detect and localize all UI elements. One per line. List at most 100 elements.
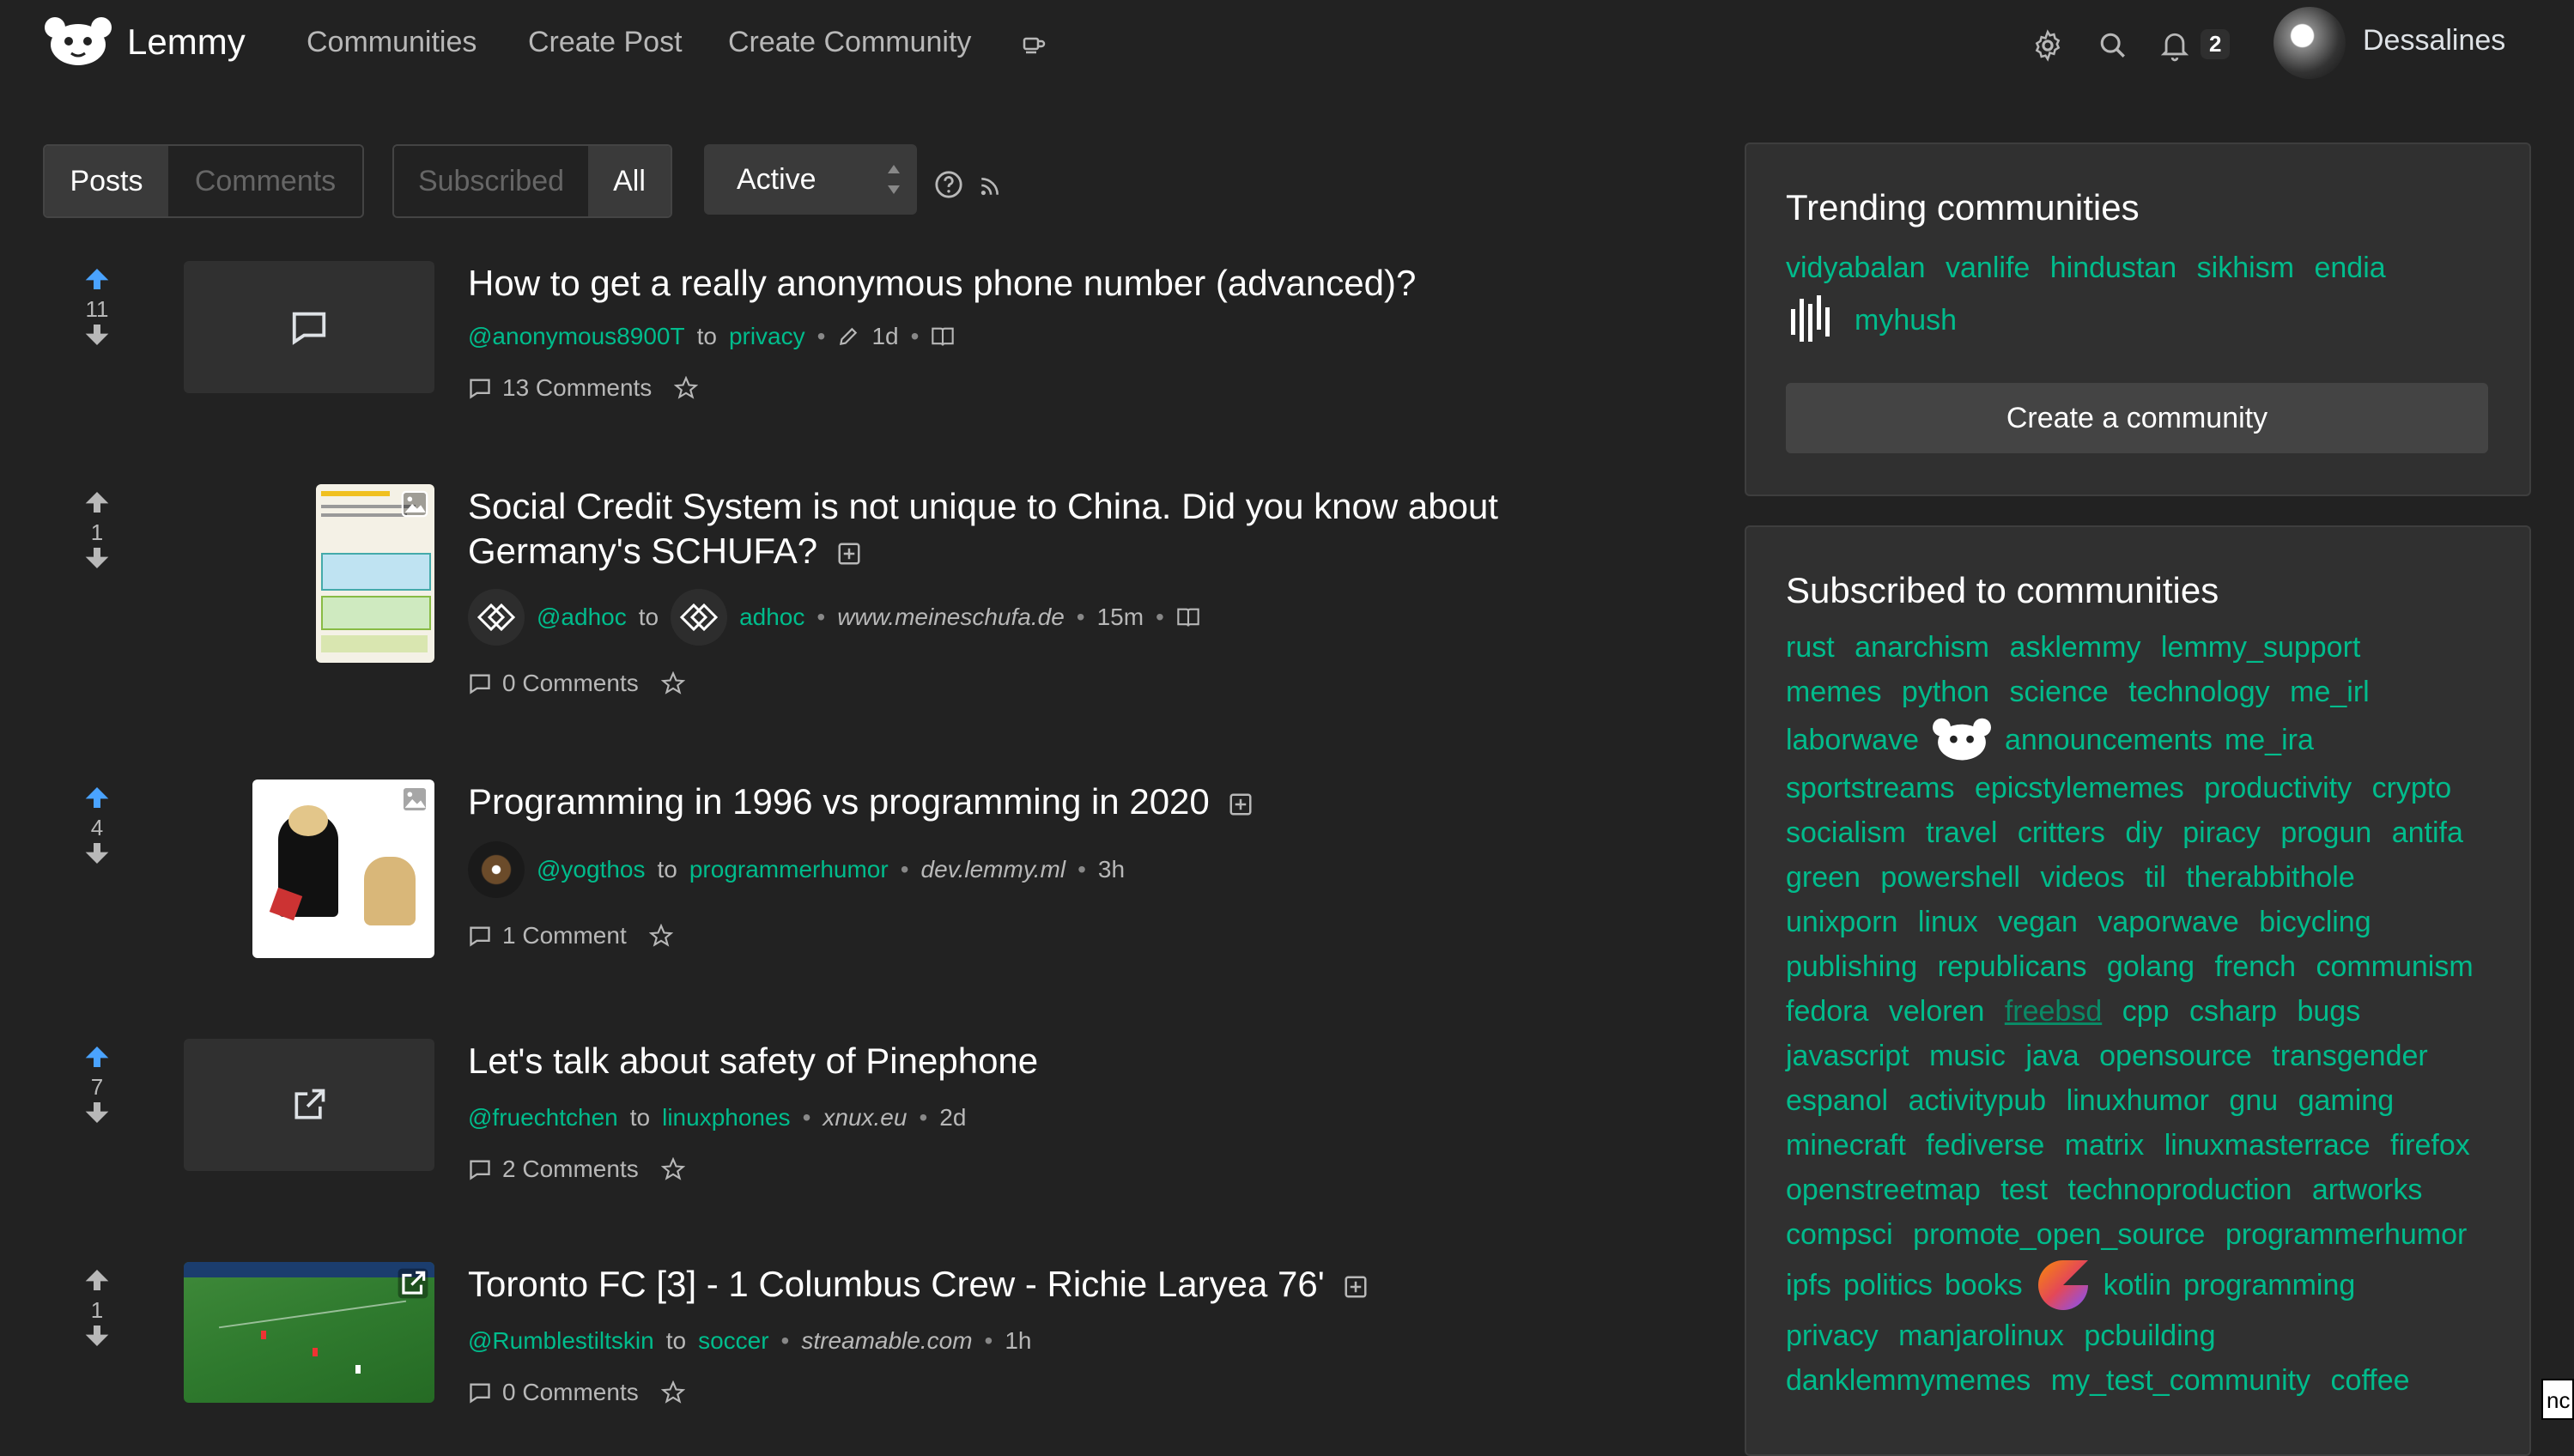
community-link[interactable]: laborwave <box>1786 718 1919 762</box>
community-link[interactable]: javascript <box>1786 1040 1909 1072</box>
community-link[interactable]: cpp <box>2122 995 2170 1028</box>
community-link[interactable]: opensource <box>2099 1040 2252 1072</box>
community-link[interactable]: ipfs <box>1786 1263 1831 1307</box>
community-link[interactable]: veloren <box>1889 995 1985 1028</box>
downvote-arrow-icon[interactable] <box>83 1100 111 1125</box>
comments-toggle-button[interactable]: Comments <box>168 146 362 216</box>
post-community[interactable]: linuxphones <box>662 1104 790 1131</box>
nav-communities[interactable]: Communities <box>307 26 477 59</box>
community-link[interactable]: bicycling <box>2259 906 2371 938</box>
notification-count-badge[interactable]: 2 <box>2201 29 2231 59</box>
post-creator[interactable]: @fruechtchen <box>468 1104 618 1131</box>
community-link[interactable]: python <box>1902 676 1989 708</box>
subscribed-toggle-button[interactable]: Subscribed <box>394 146 588 216</box>
community-link[interactable]: piracy <box>2182 816 2261 849</box>
community-link[interactable]: critters <box>2018 816 2105 849</box>
community-link[interactable]: privacy <box>1786 1320 1879 1352</box>
post-community[interactable]: adhoc <box>739 604 804 631</box>
community-link[interactable]: bugs <box>2297 995 2360 1028</box>
create-community-button[interactable]: Create a community <box>1786 383 2488 453</box>
upvote-arrow-icon[interactable] <box>83 785 111 810</box>
community-link[interactable]: productivity <box>2204 772 2352 804</box>
community-link[interactable]: transgender <box>2272 1040 2427 1072</box>
community-link[interactable]: artworks <box>2312 1174 2422 1206</box>
comments-link[interactable]: 13 Comments <box>502 374 652 402</box>
community-link[interactable]: sportstreams <box>1786 772 1955 804</box>
rss-icon[interactable] <box>979 175 1001 197</box>
community-link[interactable]: firefox <box>2390 1129 2470 1162</box>
community-link[interactable]: vidyabalan <box>1786 252 1926 284</box>
community-link[interactable]: progun <box>2280 816 2371 849</box>
post-title[interactable]: Social Credit System is not unique to Ch… <box>468 484 1653 573</box>
community-link[interactable]: announcements <box>2005 718 2213 762</box>
community-link[interactable]: coffee <box>2331 1364 2410 1397</box>
community-link[interactable]: minecraft <box>1786 1129 1906 1162</box>
community-link[interactable]: linuxhumor <box>2067 1084 2209 1117</box>
community-link[interactable]: books <box>1945 1263 2023 1307</box>
expand-plus-icon[interactable] <box>1343 1274 1369 1300</box>
post-thumbnail-video[interactable] <box>184 1262 434 1403</box>
community-link[interactable]: programming <box>2183 1263 2355 1307</box>
downvote-arrow-icon[interactable] <box>83 1323 111 1349</box>
community-link[interactable]: republicans <box>1938 950 2087 983</box>
community-link-hovered[interactable]: freebsd <box>2005 995 2102 1028</box>
community-link[interactable]: french <box>2214 950 2296 983</box>
comments-link[interactable]: 1 Comment <box>502 922 627 949</box>
lemmy-community-icon[interactable] <box>1931 717 1993 763</box>
community-link[interactable]: manjarolinux <box>1898 1320 2064 1352</box>
comments-link[interactable]: 2 Comments <box>502 1156 639 1183</box>
community-link[interactable]: gaming <box>2298 1084 2395 1117</box>
user-avatar[interactable] <box>2273 7 2346 79</box>
post-community[interactable]: privacy <box>729 323 805 350</box>
post-thumbnail-image[interactable] <box>316 484 434 663</box>
community-link[interactable]: rust <box>1786 631 1835 664</box>
community-link[interactable]: green <box>1786 861 1861 894</box>
downvote-arrow-icon[interactable] <box>83 840 111 866</box>
post-thumbnail-link[interactable] <box>184 1039 434 1171</box>
save-star-icon[interactable] <box>660 1157 685 1181</box>
upvote-arrow-icon[interactable] <box>83 489 111 515</box>
community-link[interactable]: vanlife <box>1946 252 2030 284</box>
community-link[interactable]: memes <box>1786 676 1881 708</box>
upvote-arrow-icon[interactable] <box>83 1267 111 1293</box>
community-link[interactable]: programmerhumor <box>2225 1218 2468 1251</box>
search-icon[interactable] <box>2098 31 2128 60</box>
post-community[interactable]: soccer <box>698 1327 768 1355</box>
community-link[interactable]: promote_open_source <box>1913 1218 2205 1251</box>
community-link[interactable]: matrix <box>2065 1129 2145 1162</box>
community-link[interactable]: diy <box>2125 816 2162 849</box>
community-link[interactable]: antifa <box>2392 816 2463 849</box>
sort-select[interactable]: Active <box>704 144 917 215</box>
community-link[interactable]: unixporn <box>1786 906 1897 938</box>
community-link[interactable]: politics <box>1843 1263 1933 1307</box>
community-link[interactable]: my_test_community <box>2051 1364 2310 1397</box>
community-link[interactable]: golang <box>2107 950 2195 983</box>
save-star-icon[interactable] <box>674 376 699 400</box>
community-link[interactable]: music <box>1929 1040 2006 1072</box>
community-link[interactable]: espanol <box>1786 1084 1888 1117</box>
community-link[interactable]: me_irl <box>2290 676 2370 708</box>
upvote-arrow-icon[interactable] <box>83 266 111 292</box>
community-link[interactable]: epicstylememes <box>1975 772 2184 804</box>
save-star-icon[interactable] <box>660 1380 685 1404</box>
image-expand-icon[interactable] <box>400 489 429 519</box>
username[interactable]: Dessalines <box>2363 24 2505 58</box>
book-icon[interactable] <box>1176 606 1200 628</box>
community-link[interactable]: gnu <box>2229 1084 2278 1117</box>
image-expand-icon[interactable] <box>400 785 429 814</box>
community-link[interactable]: vegan <box>1998 906 2078 938</box>
community-link[interactable]: java <box>2025 1040 2079 1072</box>
downvote-arrow-icon[interactable] <box>83 545 111 571</box>
post-creator[interactable]: @adhoc <box>537 604 627 631</box>
community-link[interactable]: videos <box>2040 861 2124 894</box>
community-link[interactable]: therabbithole <box>2186 861 2355 894</box>
post-thumbnail[interactable] <box>184 261 434 393</box>
community-link[interactable]: technology <box>2128 676 2269 708</box>
community-link[interactable]: asklemmy <box>2009 631 2140 664</box>
post-thumbnail-image[interactable] <box>252 780 434 958</box>
community-link[interactable]: openstreetmap <box>1786 1174 1981 1206</box>
post-creator[interactable]: @anonymous8900T <box>468 323 685 350</box>
community-link[interactable]: compsci <box>1786 1218 1893 1251</box>
community-link[interactable]: crypto <box>2372 772 2452 804</box>
community-link[interactable]: technoproduction <box>2068 1174 2292 1206</box>
